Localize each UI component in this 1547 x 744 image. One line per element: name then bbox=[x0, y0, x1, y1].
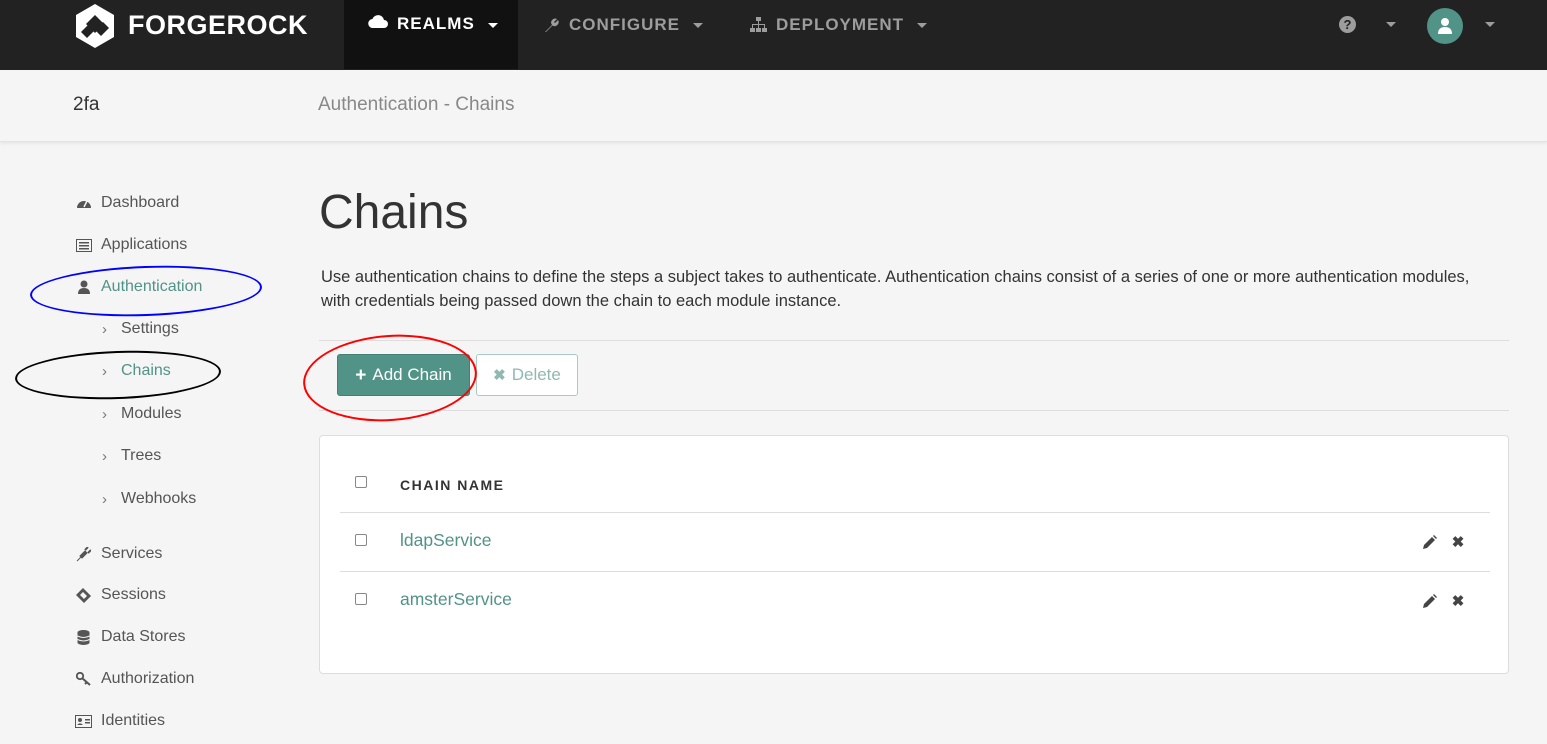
chevron-right-icon: › bbox=[102, 320, 107, 338]
user-avatar-icon[interactable] bbox=[1427, 8, 1463, 44]
sidebar-item-authentication[interactable]: Authentication bbox=[75, 278, 202, 296]
sidebar-subitem-chains[interactable]: › Chains bbox=[102, 362, 171, 380]
plug-icon bbox=[75, 546, 92, 563]
chevron-down-icon bbox=[487, 23, 498, 28]
sidebar-item-dashboard[interactable]: Dashboard bbox=[75, 194, 179, 212]
chain-link[interactable]: amsterService bbox=[400, 589, 512, 610]
chevron-down-icon bbox=[693, 22, 703, 28]
sidebar-subitem-trees[interactable]: › Trees bbox=[102, 447, 161, 465]
chevron-right-icon: › bbox=[102, 490, 107, 508]
pencil-icon[interactable] bbox=[1421, 534, 1437, 550]
chevron-right-icon: › bbox=[102, 447, 107, 465]
sidebar-subitem-label: Settings bbox=[121, 320, 179, 337]
sitemap-icon bbox=[750, 17, 767, 32]
sidebar-item-sessions[interactable]: Sessions bbox=[75, 586, 166, 604]
id-card-icon bbox=[75, 713, 92, 730]
sidebar-item-label: Data Stores bbox=[101, 628, 186, 645]
page-description: Use authentication chains to define the … bbox=[321, 268, 1470, 310]
row-checkbox[interactable] bbox=[355, 593, 367, 605]
nav-deployment[interactable]: DEPLOYMENT bbox=[750, 0, 928, 50]
user-icon bbox=[75, 279, 92, 296]
sidebar-subitem-label: Modules bbox=[121, 405, 182, 422]
page-title: Chains bbox=[319, 186, 469, 239]
sidebar-item-services[interactable]: Services bbox=[75, 545, 162, 563]
select-all-checkbox[interactable] bbox=[355, 476, 367, 488]
row-divider bbox=[340, 571, 1490, 572]
brand-name: FORGEROCK bbox=[128, 9, 308, 40]
close-icon: ✖ bbox=[493, 367, 506, 384]
close-icon[interactable]: ✖ bbox=[1450, 593, 1466, 610]
delete-label: Delete bbox=[511, 365, 561, 384]
chain-link[interactable]: ldapService bbox=[400, 530, 491, 551]
sidebar-item-label: Applications bbox=[101, 236, 188, 253]
sidebar-subitem-label: Trees bbox=[121, 447, 162, 464]
dashboard-icon bbox=[75, 195, 92, 212]
nav-deployment-label: DEPLOYMENT bbox=[776, 15, 905, 34]
key-icon bbox=[75, 671, 92, 688]
database-icon bbox=[75, 629, 92, 646]
chains-table-panel bbox=[319, 435, 1509, 674]
sidebar-item-label: Dashboard bbox=[101, 194, 180, 211]
chevron-right-icon: › bbox=[102, 362, 107, 380]
nav-configure[interactable]: CONFIGURE bbox=[543, 0, 703, 50]
plus-icon: + bbox=[355, 364, 367, 386]
sidebar-item-applications[interactable]: Applications bbox=[75, 236, 187, 254]
nav-configure-label: CONFIGURE bbox=[569, 15, 680, 34]
cloud-icon bbox=[368, 15, 388, 28]
forgerock-logo[interactable]: FORGEROCK bbox=[72, 0, 308, 50]
ticket-icon bbox=[75, 587, 92, 604]
column-header-chain-name[interactable]: CHAIN NAME bbox=[400, 477, 504, 493]
nav-realms-label: REALMS bbox=[397, 14, 475, 33]
question-circle-icon[interactable]: ? bbox=[1339, 16, 1356, 33]
realm-subheader bbox=[0, 70, 1547, 142]
help-menu-chevron-down-icon[interactable] bbox=[1386, 22, 1396, 27]
add-chain-label: Add Chain bbox=[372, 365, 452, 384]
sidebar-item-identities[interactable]: Identities bbox=[75, 712, 165, 730]
sidebar-subitem-modules[interactable]: › Modules bbox=[102, 405, 181, 423]
sidebar-item-label: Authentication bbox=[101, 278, 203, 295]
sidebar-item-label: Sessions bbox=[101, 586, 166, 603]
sidebar-subitem-label: Webhooks bbox=[121, 490, 197, 507]
sidebar-item-data-stores[interactable]: Data Stores bbox=[75, 628, 185, 646]
row-divider bbox=[340, 512, 1490, 513]
forgerock-logo-icon bbox=[76, 4, 114, 48]
realm-name[interactable]: 2fa bbox=[73, 94, 99, 116]
user-menu-chevron-down-icon[interactable] bbox=[1485, 22, 1495, 27]
pencil-icon[interactable] bbox=[1421, 593, 1437, 609]
wrench-icon bbox=[545, 18, 559, 32]
sidebar-item-label: Identities bbox=[101, 712, 166, 729]
sidebar-item-authorization[interactable]: Authorization bbox=[75, 670, 194, 688]
delete-button[interactable]: ✖ Delete bbox=[476, 354, 578, 396]
chevron-right-icon: › bbox=[102, 405, 107, 423]
nav-realms[interactable]: REALMS bbox=[344, 0, 518, 69]
breadcrumb: Authentication - Chains bbox=[318, 94, 515, 115]
row-checkbox[interactable] bbox=[355, 534, 367, 546]
sidebar-subitem-webhooks[interactable]: › Webhooks bbox=[102, 490, 196, 508]
list-alt-icon bbox=[75, 237, 92, 254]
sidebar-item-label: Authorization bbox=[101, 670, 195, 687]
close-icon[interactable]: ✖ bbox=[1450, 534, 1466, 551]
sidebar-subitem-settings[interactable]: › Settings bbox=[102, 320, 179, 338]
sidebar-item-label: Services bbox=[101, 545, 163, 562]
chevron-down-icon bbox=[917, 22, 928, 28]
add-chain-button[interactable]: + Add Chain bbox=[337, 354, 470, 396]
sidebar-subitem-label: Chains bbox=[121, 362, 171, 379]
user-icon bbox=[1438, 18, 1452, 34]
